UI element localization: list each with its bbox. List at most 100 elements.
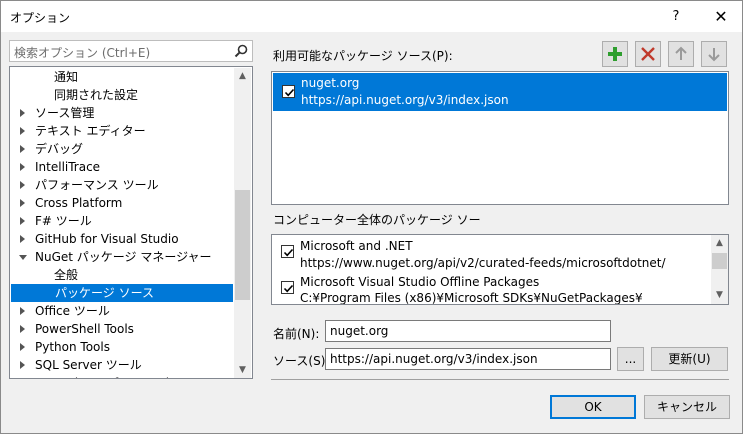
machine-sources-label: コンピューター全体のパッケージ ソー (273, 213, 481, 227)
tree-item[interactable]: パッケージ ソース (11, 284, 233, 302)
search-placeholder: 検索オプション (Ctrl+E) (14, 46, 151, 60)
expand-right-icon[interactable] (20, 343, 25, 351)
source-checkbox[interactable] (282, 85, 295, 98)
tree-item-label: テキスト エディター (35, 124, 146, 138)
source-url: https://api.nuget.org/v3/index.json (301, 93, 509, 107)
tree-scroll-thumb[interactable] (235, 190, 250, 300)
tree-item[interactable]: PowerShell Tools (10, 320, 232, 338)
expand-right-icon[interactable] (20, 361, 25, 369)
tree-item[interactable]: NuGet パッケージ マネージャー (10, 248, 232, 266)
add-source-button[interactable] (602, 41, 628, 67)
tree-item[interactable]: Cross Platform (10, 194, 232, 212)
machine-source-checkbox[interactable] (281, 281, 294, 294)
options-tree[interactable]: Test Adapter for Google Test SQL Server ツ… (9, 66, 253, 379)
expand-right-icon[interactable] (20, 307, 25, 315)
tree-item-label: Office ツール (35, 304, 110, 318)
separator (271, 379, 729, 380)
tree-item[interactable]: Python Tools (10, 338, 232, 356)
tree-item-label: NuGet パッケージ マネージャー (35, 250, 212, 264)
tree-item[interactable]: ソース管理 (10, 104, 232, 122)
options-dialog: オプション ? ✕ 検索オプション (Ctrl+E) Test Adapter … (0, 0, 743, 434)
tree-item[interactable]: IntelliTrace (10, 158, 232, 176)
search-input[interactable]: 検索オプション (Ctrl+E) (9, 40, 253, 62)
move-down-button[interactable] (701, 41, 727, 67)
source-item-selected[interactable]: nuget.org https://api.nuget.org/v3/index… (273, 73, 727, 111)
machine-scroll-thumb[interactable] (712, 253, 727, 269)
scroll-up-icon[interactable]: ▲ (234, 68, 251, 85)
tree-item-label: パッケージ ソース (55, 286, 154, 300)
expand-right-icon[interactable] (20, 235, 25, 243)
name-value: nuget.org (330, 324, 389, 338)
cancel-button[interactable]: キャンセル (644, 395, 730, 419)
machine-list-scrollbar[interactable]: ▲ ▼ (711, 235, 728, 304)
tree-item-label: GitHub for Visual Studio (35, 232, 179, 246)
help-button[interactable]: ? (653, 1, 699, 32)
update-button[interactable]: 更新(U) (651, 347, 728, 371)
machine-source-checkbox[interactable] (281, 245, 294, 258)
name-field[interactable]: nuget.org (325, 320, 611, 342)
tree-item-label: デバッグ (35, 142, 84, 156)
close-button[interactable]: ✕ (698, 1, 743, 32)
source-field[interactable]: https://api.nuget.org/v3/index.json (325, 348, 611, 370)
machine-source-name: Microsoft Visual Studio Offline Packages (300, 275, 540, 289)
source-value: https://api.nuget.org/v3/index.json (330, 352, 538, 366)
name-label: 名前(N): (273, 327, 320, 341)
checkmark-icon (284, 88, 295, 97)
tree-item-label: 全般 (54, 268, 79, 282)
tree-item[interactable]: Office ツール (10, 302, 232, 320)
checkmark-icon (283, 248, 294, 257)
expand-right-icon[interactable] (20, 217, 25, 225)
expand-right-icon[interactable] (20, 199, 25, 207)
delete-x-icon (641, 47, 655, 61)
move-up-button[interactable] (668, 41, 694, 67)
title-bar: オプション ? ✕ (1, 1, 742, 32)
tree-item[interactable]: SQL Server ツール (10, 356, 232, 374)
search-icon[interactable] (233, 43, 249, 59)
tree-item-label: PowerShell Tools (35, 322, 134, 336)
scroll-up-icon[interactable]: ▲ (711, 235, 728, 252)
expand-right-icon[interactable] (20, 109, 25, 117)
arrow-down-icon (708, 48, 720, 62)
tree-item-label: パフォーマンス ツール (35, 178, 159, 192)
expand-down-icon[interactable] (19, 255, 27, 260)
tree-item[interactable]: テキスト エディター (10, 122, 232, 140)
tree-item[interactable]: 全般 (10, 266, 232, 284)
scroll-down-icon[interactable]: ▼ (234, 362, 251, 378)
window-title: オプション (10, 11, 71, 25)
tree-scrollbar[interactable]: ▲ ▼ (234, 68, 251, 378)
expand-right-icon[interactable] (20, 181, 25, 189)
source-label: ソース(S): (273, 354, 330, 368)
tree-item[interactable]: 通知 (10, 68, 232, 86)
tree-item[interactable]: GitHub for Visual Studio (10, 230, 232, 248)
machine-sources-list[interactable]: Microsoft and .NET https://www.nuget.org… (271, 234, 729, 305)
arrow-up-icon (675, 46, 687, 60)
checkmark-icon (283, 284, 294, 293)
browse-button[interactable]: ... (617, 347, 644, 371)
tree-item-label: F# ツール (35, 214, 92, 228)
tree-item-label: SQL Server ツール (35, 358, 142, 372)
expand-right-icon[interactable] (20, 163, 25, 171)
expand-right-icon[interactable] (20, 325, 25, 333)
tree-item[interactable]: パフォーマンス ツール (10, 176, 232, 194)
plus-icon (608, 47, 622, 61)
tree-item-label: 同期された設定 (54, 88, 139, 102)
source-name: nuget.org (301, 76, 360, 90)
tree-item-label: IntelliTrace (35, 160, 101, 174)
tree-item[interactable]: F# ツール (10, 212, 232, 230)
machine-source-name: Microsoft and .NET (300, 239, 413, 253)
expand-right-icon[interactable] (20, 145, 25, 153)
tree-item-label: Test Adapter for Google Test (35, 374, 204, 378)
tree-item-label: ソース管理 (35, 106, 95, 120)
remove-source-button[interactable] (635, 41, 661, 67)
ok-button[interactable]: OK (550, 395, 636, 419)
scroll-down-icon[interactable]: ▼ (711, 287, 728, 304)
tree-item[interactable]: Test Adapter for Google Test (10, 374, 232, 378)
machine-source-url: C:¥Program Files (x86)¥Microsoft SDKs¥Nu… (300, 291, 643, 305)
machine-source-url: https://www.nuget.org/api/v2/curated-fee… (300, 256, 666, 270)
tree-item[interactable]: 同期された設定 (10, 86, 232, 104)
expand-right-icon[interactable] (20, 127, 25, 135)
tree-item[interactable]: デバッグ (10, 140, 232, 158)
available-sources-list[interactable]: nuget.org https://api.nuget.org/v3/index… (271, 71, 729, 205)
tree-item-label: Cross Platform (35, 196, 123, 210)
available-sources-label: 利用可能なパッケージ ソース(P): (273, 49, 453, 63)
